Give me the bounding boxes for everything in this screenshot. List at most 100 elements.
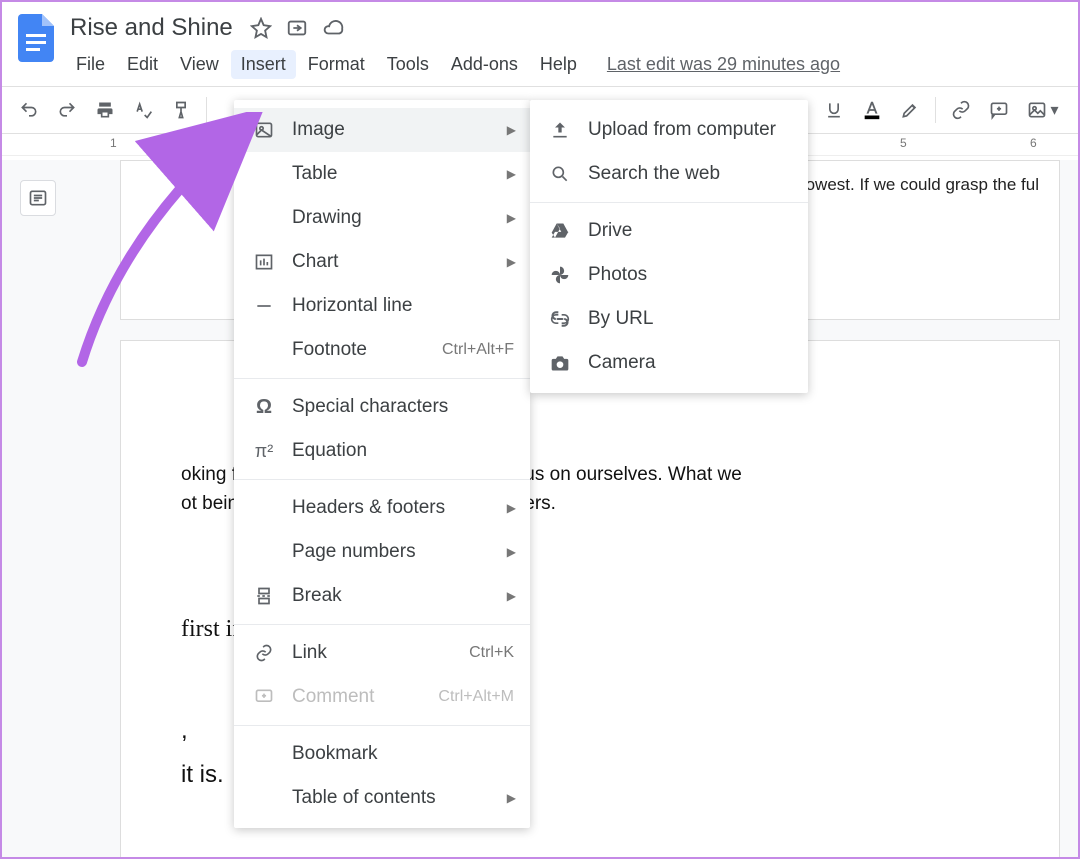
pi-icon: π² bbox=[252, 441, 276, 462]
submenu-camera[interactable]: Camera bbox=[530, 341, 808, 385]
menu-addons[interactable]: Add-ons bbox=[441, 50, 528, 79]
menu-item-table-of-contents[interactable]: Table of contents ▶ bbox=[234, 776, 530, 820]
document-title[interactable]: Rise and Shine bbox=[66, 12, 237, 44]
menu-tools[interactable]: Tools bbox=[377, 50, 439, 79]
drive-icon bbox=[548, 221, 572, 241]
menu-label: Headers & footers bbox=[292, 497, 445, 519]
menu-item-link[interactable]: Link Ctrl+K bbox=[234, 631, 530, 675]
menu-separator bbox=[234, 725, 530, 726]
menu-item-comment: Comment Ctrl+Alt+M bbox=[234, 675, 530, 719]
menu-item-break[interactable]: Break ▶ bbox=[234, 574, 530, 618]
last-edit-link[interactable]: Last edit was 29 minutes ago bbox=[607, 54, 840, 75]
menu-label: Special characters bbox=[292, 396, 448, 418]
menu-label: Link bbox=[292, 642, 327, 664]
outline-toggle-icon[interactable] bbox=[20, 180, 56, 216]
menu-label: Drawing bbox=[292, 207, 362, 229]
menu-label: Photos bbox=[588, 264, 647, 286]
insert-menu-dropdown: Image ▶ Table ▶ Drawing ▶ Chart ▶ Horizo… bbox=[234, 100, 530, 828]
toolbar-separator bbox=[935, 97, 936, 123]
text-color-button[interactable] bbox=[855, 93, 889, 127]
chart-icon bbox=[252, 252, 276, 272]
menu-separator bbox=[234, 479, 530, 480]
menu-label: Drive bbox=[588, 220, 632, 242]
menu-label: Table bbox=[292, 163, 337, 185]
menu-item-footnote[interactable]: Footnote Ctrl+Alt+F bbox=[234, 328, 530, 372]
menu-item-drawing[interactable]: Drawing ▶ bbox=[234, 196, 530, 240]
shortcut-text: Ctrl+Alt+M bbox=[438, 688, 514, 706]
ruler-mark: 6 bbox=[1030, 136, 1037, 150]
menu-label: Image bbox=[292, 119, 345, 141]
menu-label: Chart bbox=[292, 251, 338, 273]
menu-item-equation[interactable]: π² Equation bbox=[234, 429, 530, 473]
highlight-button[interactable] bbox=[893, 93, 927, 127]
underline-button[interactable] bbox=[817, 93, 851, 127]
menu-item-page-numbers[interactable]: Page numbers ▶ bbox=[234, 530, 530, 574]
image-submenu-dropdown: Upload from computer Search the web Driv… bbox=[530, 100, 808, 393]
menu-label: Break bbox=[292, 585, 342, 607]
upload-icon bbox=[548, 120, 572, 140]
menu-label: By URL bbox=[588, 308, 653, 330]
photos-icon bbox=[548, 265, 572, 285]
menu-item-chart[interactable]: Chart ▶ bbox=[234, 240, 530, 284]
star-icon[interactable] bbox=[249, 16, 273, 40]
link-icon bbox=[548, 309, 572, 329]
add-comment-button[interactable] bbox=[982, 93, 1016, 127]
ruler-mark: 5 bbox=[900, 136, 907, 150]
menu-label: Upload from computer bbox=[588, 119, 776, 141]
submenu-arrow-icon: ▶ bbox=[507, 211, 516, 225]
cloud-status-icon[interactable] bbox=[321, 16, 345, 40]
menu-separator bbox=[234, 624, 530, 625]
spellcheck-button[interactable] bbox=[126, 93, 160, 127]
search-icon bbox=[548, 164, 572, 184]
redo-button[interactable] bbox=[50, 93, 84, 127]
menu-label: Horizontal line bbox=[292, 295, 412, 317]
menu-view[interactable]: View bbox=[170, 50, 229, 79]
submenu-drive[interactable]: Drive bbox=[530, 209, 808, 253]
title-area: Rise and Shine File Edit View Insert For… bbox=[66, 10, 840, 80]
submenu-search-the-web[interactable]: Search the web bbox=[530, 152, 808, 196]
menu-item-headers-footers[interactable]: Headers & footers ▶ bbox=[234, 486, 530, 530]
insert-image-button[interactable]: ▾ bbox=[1020, 93, 1066, 127]
submenu-arrow-icon: ▶ bbox=[507, 501, 516, 515]
submenu-by-url[interactable]: By URL bbox=[530, 297, 808, 341]
submenu-arrow-icon: ▶ bbox=[507, 255, 516, 269]
ruler-mark: 1 bbox=[110, 136, 117, 150]
docs-logo-icon[interactable] bbox=[14, 10, 58, 66]
menu-item-table[interactable]: Table ▶ bbox=[234, 152, 530, 196]
menu-bar: File Edit View Insert Format Tools Add-o… bbox=[66, 48, 840, 80]
menu-format[interactable]: Format bbox=[298, 50, 375, 79]
menu-file[interactable]: File bbox=[66, 50, 115, 79]
menu-insert[interactable]: Insert bbox=[231, 50, 296, 79]
body-text: it is. bbox=[181, 761, 224, 788]
image-icon bbox=[252, 120, 276, 140]
menu-label: Table of contents bbox=[292, 787, 436, 809]
comment-icon bbox=[252, 687, 276, 707]
menu-label: Search the web bbox=[588, 163, 720, 185]
toolbar-separator bbox=[206, 97, 207, 123]
move-icon[interactable] bbox=[285, 16, 309, 40]
menu-item-bookmark[interactable]: Bookmark bbox=[234, 732, 530, 776]
horizontal-line-icon bbox=[252, 296, 276, 316]
menu-item-image[interactable]: Image ▶ bbox=[234, 108, 530, 152]
menu-separator bbox=[530, 202, 808, 203]
menu-label: Page numbers bbox=[292, 541, 416, 563]
undo-button[interactable] bbox=[12, 93, 46, 127]
menu-help[interactable]: Help bbox=[530, 50, 587, 79]
insert-link-button[interactable] bbox=[944, 93, 978, 127]
menu-item-horizontal-line[interactable]: Horizontal line bbox=[234, 284, 530, 328]
menu-item-special-characters[interactable]: Ω Special characters bbox=[234, 385, 530, 429]
menu-label: Comment bbox=[292, 686, 374, 708]
link-icon bbox=[252, 643, 276, 663]
submenu-arrow-icon: ▶ bbox=[507, 791, 516, 805]
print-button[interactable] bbox=[88, 93, 122, 127]
menu-label: Camera bbox=[588, 352, 656, 374]
paint-format-button[interactable] bbox=[164, 93, 198, 127]
submenu-arrow-icon: ▶ bbox=[507, 589, 516, 603]
body-text: , bbox=[181, 717, 188, 744]
omega-icon: Ω bbox=[252, 396, 276, 419]
submenu-upload-from-computer[interactable]: Upload from computer bbox=[530, 108, 808, 152]
shortcut-text: Ctrl+Alt+F bbox=[442, 341, 514, 359]
menu-edit[interactable]: Edit bbox=[117, 50, 168, 79]
submenu-photos[interactable]: Photos bbox=[530, 253, 808, 297]
submenu-arrow-icon: ▶ bbox=[507, 545, 516, 559]
